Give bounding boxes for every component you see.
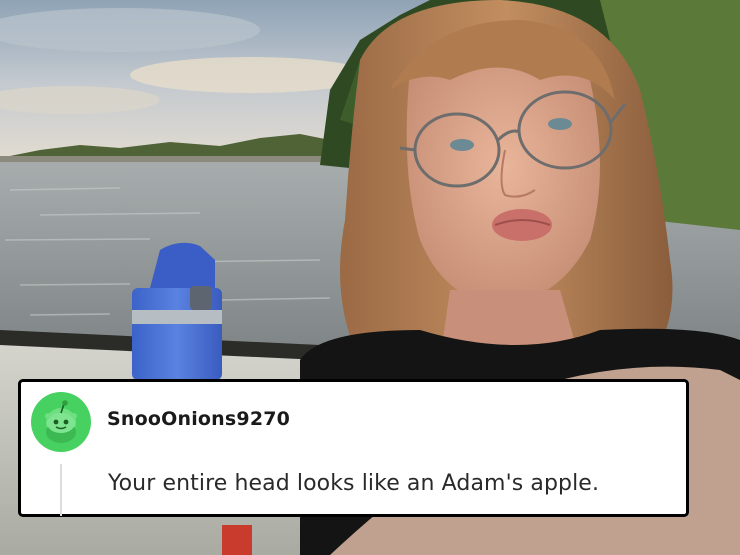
- comment-username[interactable]: SnooOnions9270: [107, 408, 290, 430]
- meme-image: SnooOnions9270 Your entire head looks li…: [0, 0, 740, 555]
- thread-line: [60, 464, 62, 516]
- reddit-comment-card: SnooOnions9270 Your entire head looks li…: [18, 379, 689, 517]
- reddit-snoo-icon[interactable]: [31, 392, 91, 452]
- comment-body: Your entire head looks like an Adam's ap…: [108, 471, 600, 496]
